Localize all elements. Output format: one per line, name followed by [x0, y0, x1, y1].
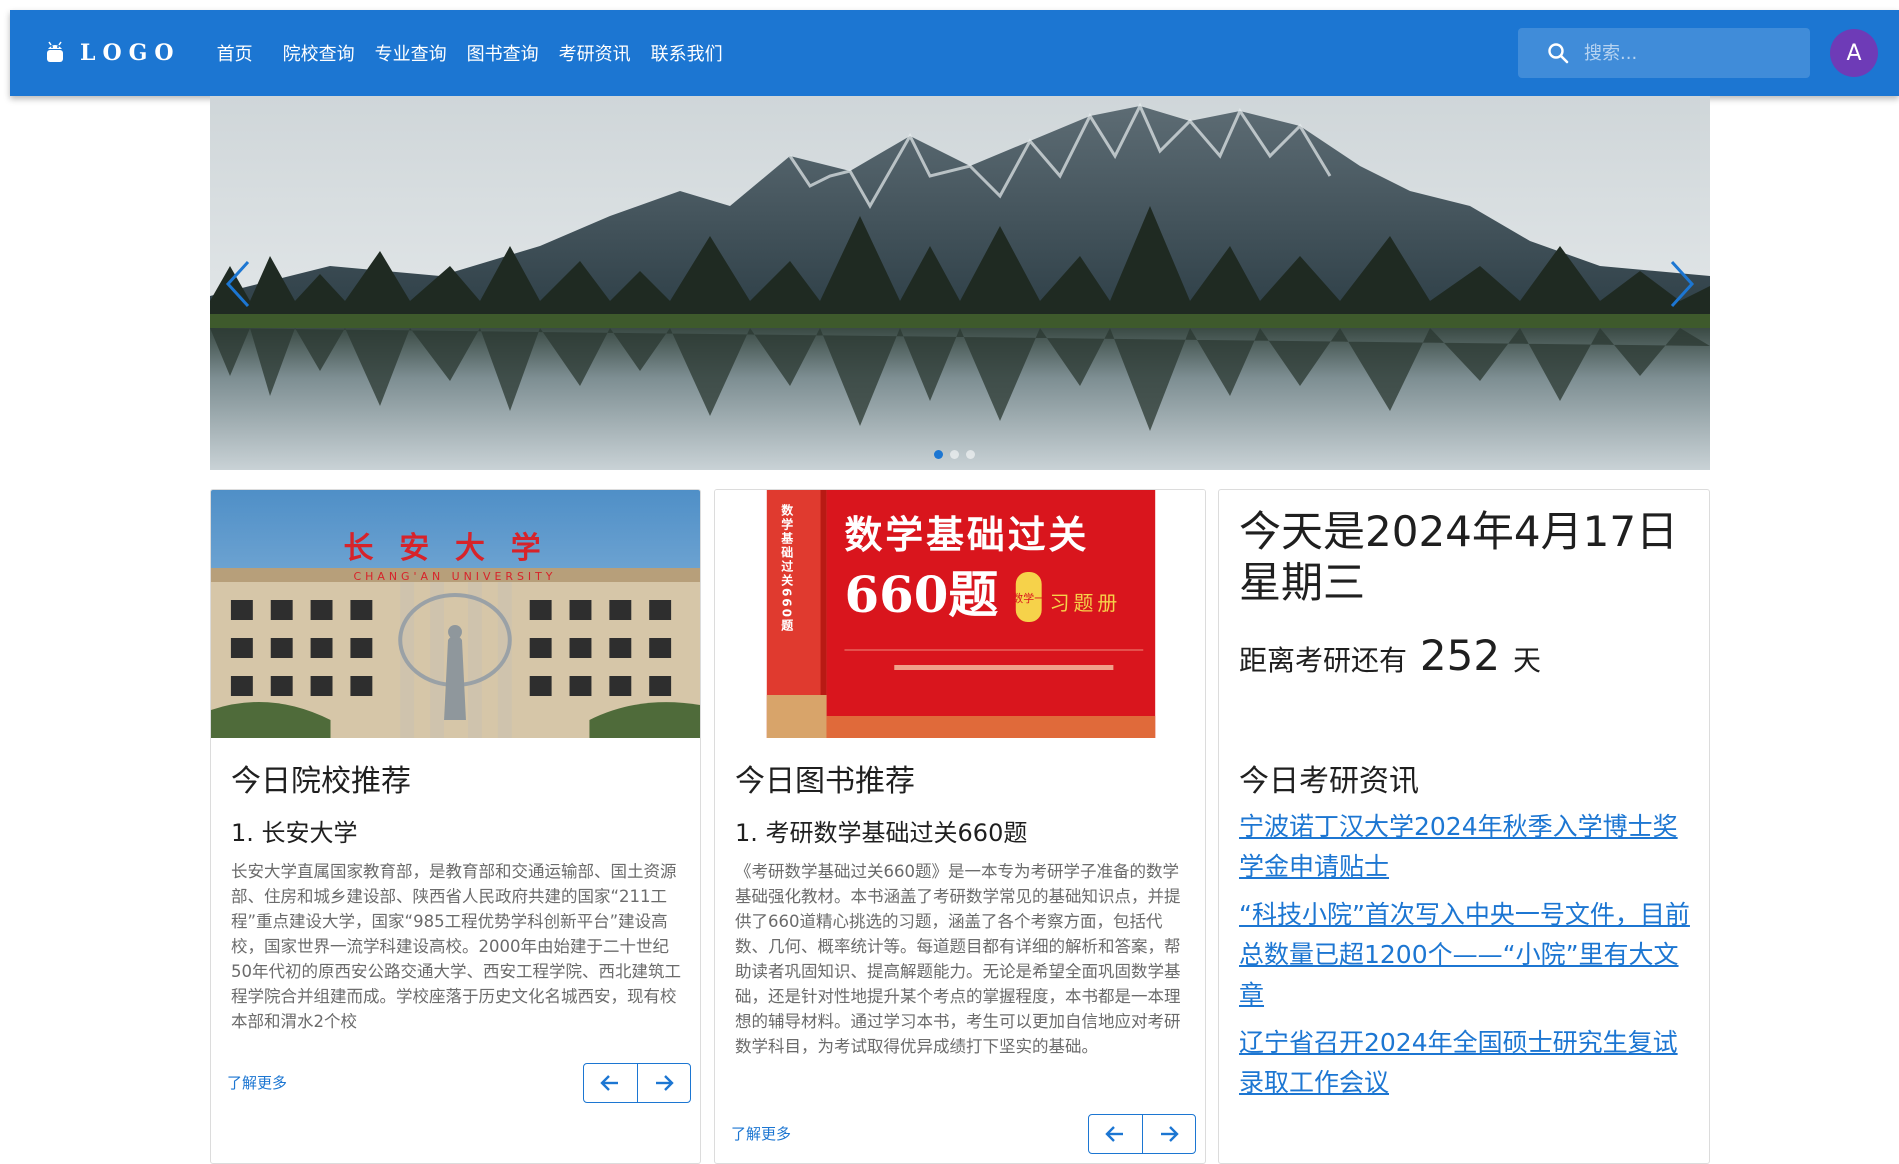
- news-link[interactable]: 辽宁省召开2024年全国硕士研究生复试录取工作会议: [1239, 1023, 1699, 1103]
- school-pager: [583, 1063, 691, 1103]
- exam-countdown: 距离考研还有 252 天: [1239, 631, 1541, 680]
- exam-info-card: 今天是2024年4月17日 星期三 距离考研还有 252 天 今日考研资讯 宁波…: [1218, 489, 1710, 1164]
- nav-item-exam-news[interactable]: 考研资讯: [559, 40, 631, 66]
- book-pager: [1088, 1114, 1196, 1154]
- main-nav: 首页 院校查询 专业查询 图书查询 考研资讯 联系我们: [217, 40, 743, 66]
- news-link[interactable]: 宁波诺丁汉大学2024年秋季入学博士奖学金申请贴士: [1239, 807, 1699, 887]
- android-logo-icon: [47, 41, 63, 62]
- arrow-right-icon: [655, 1075, 674, 1091]
- nav-item-contact[interactable]: 联系我们: [651, 40, 723, 66]
- school-description: 长安大学直属国家教育部，是教育部和交通运输部、国土资源部、住房和城乡建设部、陕西…: [231, 862, 681, 1031]
- search-input[interactable]: [1584, 42, 1784, 64]
- carousel-dot[interactable]: [934, 450, 943, 459]
- prev-button[interactable]: [1089, 1115, 1142, 1153]
- book-cover-subtitle: 习题册: [1050, 591, 1122, 615]
- countdown-suffix: 天: [1513, 644, 1542, 677]
- school-sign-text: 长安大学: [343, 531, 566, 566]
- top-app-bar: LOGO 首页 院校查询 专业查询 图书查询 考研资讯 联系我们 A: [10, 10, 1899, 96]
- school-recommendation-card: 长安大学 CHANG'AN UNIVERSITY 今日院校推荐 1. 长安大学 …: [210, 489, 701, 1164]
- school-card-title: 今日院校推荐: [231, 764, 411, 799]
- today-date: 今天是2024年4月17日 星期三: [1239, 507, 1679, 607]
- carousel-slide-image: [210, 96, 1710, 470]
- book-description: 《考研数学基础过关660题》是一本专为考研学子准备的数学基础强化教材。本书涵盖了…: [735, 862, 1181, 1056]
- book-recommendation-card: 数学基础过关660题 数学基础过关 660题 数学一 习题册 今日图书推荐 1.…: [714, 489, 1206, 1164]
- book-cover-badge: 数学一: [1012, 591, 1045, 605]
- news-card-title: 今日考研资讯: [1239, 764, 1419, 799]
- nav-item-home[interactable]: 首页: [217, 40, 253, 66]
- school-sign-text-en: CHANG'AN UNIVERSITY: [354, 570, 557, 583]
- countdown-days: 252: [1419, 631, 1501, 680]
- book-spine-text: 数学基础过关660题: [780, 503, 794, 633]
- next-button[interactable]: [1141, 1115, 1196, 1153]
- carousel-indicators: [934, 450, 982, 459]
- search-icon: [1548, 43, 1569, 64]
- hero-carousel[interactable]: [210, 96, 1710, 470]
- countdown-prefix: 距离考研还有: [1239, 644, 1408, 677]
- next-button[interactable]: [636, 1064, 691, 1102]
- book-card-title: 今日图书推荐: [735, 764, 915, 799]
- learn-more-link[interactable]: 了解更多: [731, 1123, 791, 1144]
- arrow-right-icon: [1160, 1126, 1179, 1142]
- nav-item-book-search[interactable]: 图书查询: [467, 40, 539, 66]
- book-name: 1. 考研数学基础过关660题: [735, 819, 1028, 847]
- school-photo: 长安大学 CHANG'AN UNIVERSITY: [211, 490, 700, 738]
- logo-text: LOGO: [80, 40, 181, 66]
- carousel-dot[interactable]: [966, 450, 975, 459]
- chevron-right-icon[interactable]: [1662, 254, 1702, 314]
- school-name: 1. 长安大学: [231, 819, 358, 847]
- carousel-dot[interactable]: [950, 450, 959, 459]
- chevron-left-icon[interactable]: [218, 254, 258, 314]
- search-box[interactable]: [1518, 28, 1810, 78]
- learn-more-link[interactable]: 了解更多: [227, 1072, 287, 1093]
- book-cover-title: 数学基础过关: [844, 513, 1089, 557]
- nav-item-major-search[interactable]: 专业查询: [375, 40, 447, 66]
- arrow-left-icon: [1105, 1126, 1124, 1142]
- news-link[interactable]: “科技小院”首次写入中央一号文件，目前总数量已超1200个——“小院”里有大文章: [1239, 895, 1699, 1015]
- arrow-left-icon: [600, 1075, 619, 1091]
- logo[interactable]: LOGO: [44, 40, 181, 66]
- prev-button[interactable]: [584, 1064, 637, 1102]
- avatar[interactable]: A: [1830, 29, 1878, 77]
- nav-item-school-search[interactable]: 院校查询: [283, 40, 355, 66]
- book-cover-number: 660题: [844, 565, 998, 624]
- book-cover-photo: 数学基础过关660题 数学基础过关 660题 数学一 习题册: [715, 490, 1205, 738]
